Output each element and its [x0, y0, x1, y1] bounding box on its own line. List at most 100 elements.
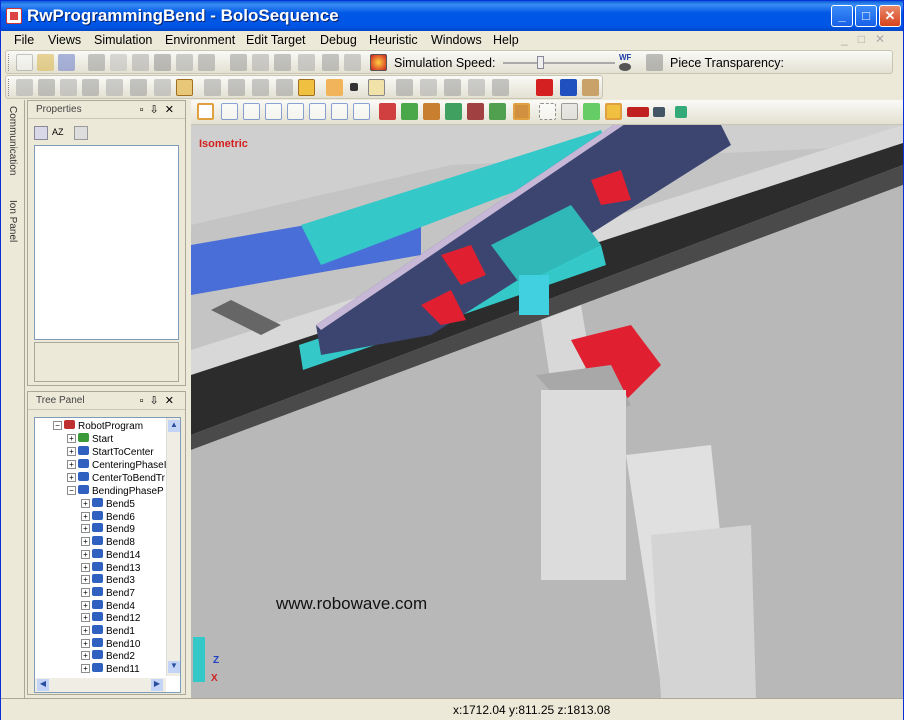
view-iso1-icon[interactable]	[331, 103, 348, 120]
menu-help[interactable]: Help	[493, 33, 519, 47]
menu-edit-target[interactable]: Edit Target	[246, 33, 306, 47]
new-file-icon[interactable]	[16, 54, 33, 71]
open-folder-icon[interactable]	[37, 54, 54, 71]
slider-thumb[interactable]	[537, 56, 544, 69]
cube-green-icon[interactable]	[401, 103, 418, 120]
menu-views[interactable]: Views	[48, 33, 81, 47]
tree-node-bend[interactable]: + Bend1	[81, 625, 135, 638]
tree-node-bend[interactable]: + Bend8	[81, 536, 135, 549]
book-icon[interactable]	[582, 79, 599, 96]
active-tool-icon[interactable]	[176, 79, 193, 96]
part-icon[interactable]	[298, 54, 315, 71]
tree-node[interactable]: + StartToCenter	[67, 446, 154, 459]
tree-node[interactable]: + CenteringPhaseI	[67, 459, 167, 472]
categorized-icon[interactable]	[34, 126, 48, 140]
scroll-right-button[interactable]: ▶	[151, 679, 163, 691]
save-icon[interactable]	[58, 54, 75, 71]
view-top-icon[interactable]	[287, 103, 304, 120]
seq4-icon[interactable]	[492, 79, 509, 96]
joint-icon[interactable]	[60, 79, 77, 96]
toolbar-grip[interactable]	[8, 54, 11, 71]
tree-node[interactable]: − BendingPhaseP	[67, 485, 164, 498]
sort-alpha-icon[interactable]: AZ	[52, 127, 64, 137]
blue-tool-icon[interactable]	[560, 79, 577, 96]
scroll-left-button[interactable]: ◀	[37, 679, 49, 691]
view-back-icon[interactable]	[221, 103, 238, 120]
view-front-icon[interactable]	[197, 103, 214, 120]
tree-node-bend[interactable]: + Bend7	[81, 586, 135, 600]
menu-windows[interactable]: Windows	[431, 33, 482, 47]
seq2-icon[interactable]	[444, 79, 461, 96]
tree-horizontal-scrollbar[interactable]: ◀ ▶	[35, 678, 166, 692]
cube-shade-icon[interactable]	[489, 103, 506, 120]
menu-simulation[interactable]: Simulation	[94, 33, 152, 47]
tree-node[interactable]: − RobotProgram	[53, 420, 143, 433]
cube-red-icon[interactable]	[379, 103, 396, 120]
property-pages-icon[interactable]	[74, 126, 88, 140]
camera-icon[interactable]	[675, 106, 687, 118]
view-bottom-icon[interactable]	[309, 103, 326, 120]
step-icon[interactable]	[396, 79, 413, 96]
pause-icon[interactable]	[368, 79, 385, 96]
tree-node-bend[interactable]: + Bend3	[81, 574, 135, 587]
properties-grid[interactable]	[34, 145, 179, 340]
menu-heuristic[interactable]: Heuristic	[369, 33, 418, 47]
menu-debug[interactable]: Debug	[320, 33, 357, 47]
axis-icon[interactable]	[106, 79, 123, 96]
film-icon[interactable]	[653, 107, 665, 117]
grid-alt-icon[interactable]	[176, 54, 193, 71]
cube-alt-icon[interactable]	[445, 103, 462, 120]
robot-home-icon[interactable]	[298, 79, 315, 96]
tree-vertical-scrollbar[interactable]: ▲ ▼	[166, 418, 180, 676]
rotate-y-icon[interactable]	[228, 79, 245, 96]
arm-icon[interactable]	[274, 54, 291, 71]
fixture-icon[interactable]	[344, 54, 361, 71]
seq3-icon[interactable]	[468, 79, 485, 96]
puzzle-icon[interactable]	[198, 54, 215, 71]
cube-orange-icon[interactable]	[423, 103, 440, 120]
tree-node-bend[interactable]: + Bend11	[81, 663, 140, 676]
tab-ion-panel[interactable]: Ion Panel	[7, 200, 18, 242]
play-icon[interactable]	[326, 79, 343, 96]
red-tool-icon[interactable]	[536, 79, 553, 96]
rotate-x-icon[interactable]	[204, 79, 221, 96]
transform-icon[interactable]	[276, 79, 293, 96]
machine-icon[interactable]	[132, 54, 149, 71]
maximize-button[interactable]: □	[855, 5, 877, 27]
light-icon[interactable]	[605, 103, 622, 120]
tree-node-bend[interactable]: + Bend6	[81, 510, 135, 524]
close-button[interactable]: ✕	[879, 5, 901, 27]
tree-view[interactable]: − RobotProgram + Start + StartToCenter + Cen…	[34, 417, 181, 693]
scroll-up-button[interactable]: ▲	[168, 420, 180, 432]
simulation-speed-slider[interactable]	[503, 56, 615, 70]
select-icon[interactable]	[539, 103, 556, 120]
cube-dark-icon[interactable]	[467, 103, 484, 120]
title-bar[interactable]: RwProgrammingBend - BoloSequence _ □ ✕	[1, 1, 903, 31]
view-iso2-icon[interactable]	[353, 103, 370, 120]
toolbar-grip[interactable]	[8, 79, 11, 96]
tree-node-bend[interactable]: + Bend5	[81, 498, 135, 511]
tree-node-bend[interactable]: + Bend13	[81, 561, 140, 575]
tree-node-bend[interactable]: + Bend14	[81, 548, 140, 562]
robot-icon[interactable]	[16, 79, 33, 96]
grid-icon[interactable]	[154, 54, 171, 71]
tree-node-bend[interactable]: + Bend2	[81, 650, 135, 663]
solid-icon[interactable]	[583, 103, 600, 120]
tree-node-bend[interactable]: + Bend12	[81, 612, 140, 625]
hand-icon[interactable]	[646, 54, 663, 71]
stop-icon[interactable]	[350, 83, 358, 91]
bend-icon[interactable]	[154, 79, 171, 96]
tree-node-bend[interactable]: + Bend4	[81, 599, 135, 613]
scroll-down-button[interactable]: ▼	[168, 661, 180, 673]
tool-icon[interactable]	[230, 54, 247, 71]
tab-communication[interactable]: Communication	[7, 106, 18, 175]
tree-node-bend[interactable]: + Bend9	[81, 523, 135, 536]
panel-controls[interactable]: ▫⇩✕	[140, 103, 180, 116]
gripper-icon[interactable]	[252, 54, 269, 71]
view-left-icon[interactable]	[243, 103, 260, 120]
frame-icon[interactable]	[82, 79, 99, 96]
view-right-icon[interactable]	[265, 103, 282, 120]
link-icon[interactable]	[38, 79, 55, 96]
red-bar-icon[interactable]	[627, 107, 649, 117]
rotate-z-icon[interactable]	[252, 79, 269, 96]
